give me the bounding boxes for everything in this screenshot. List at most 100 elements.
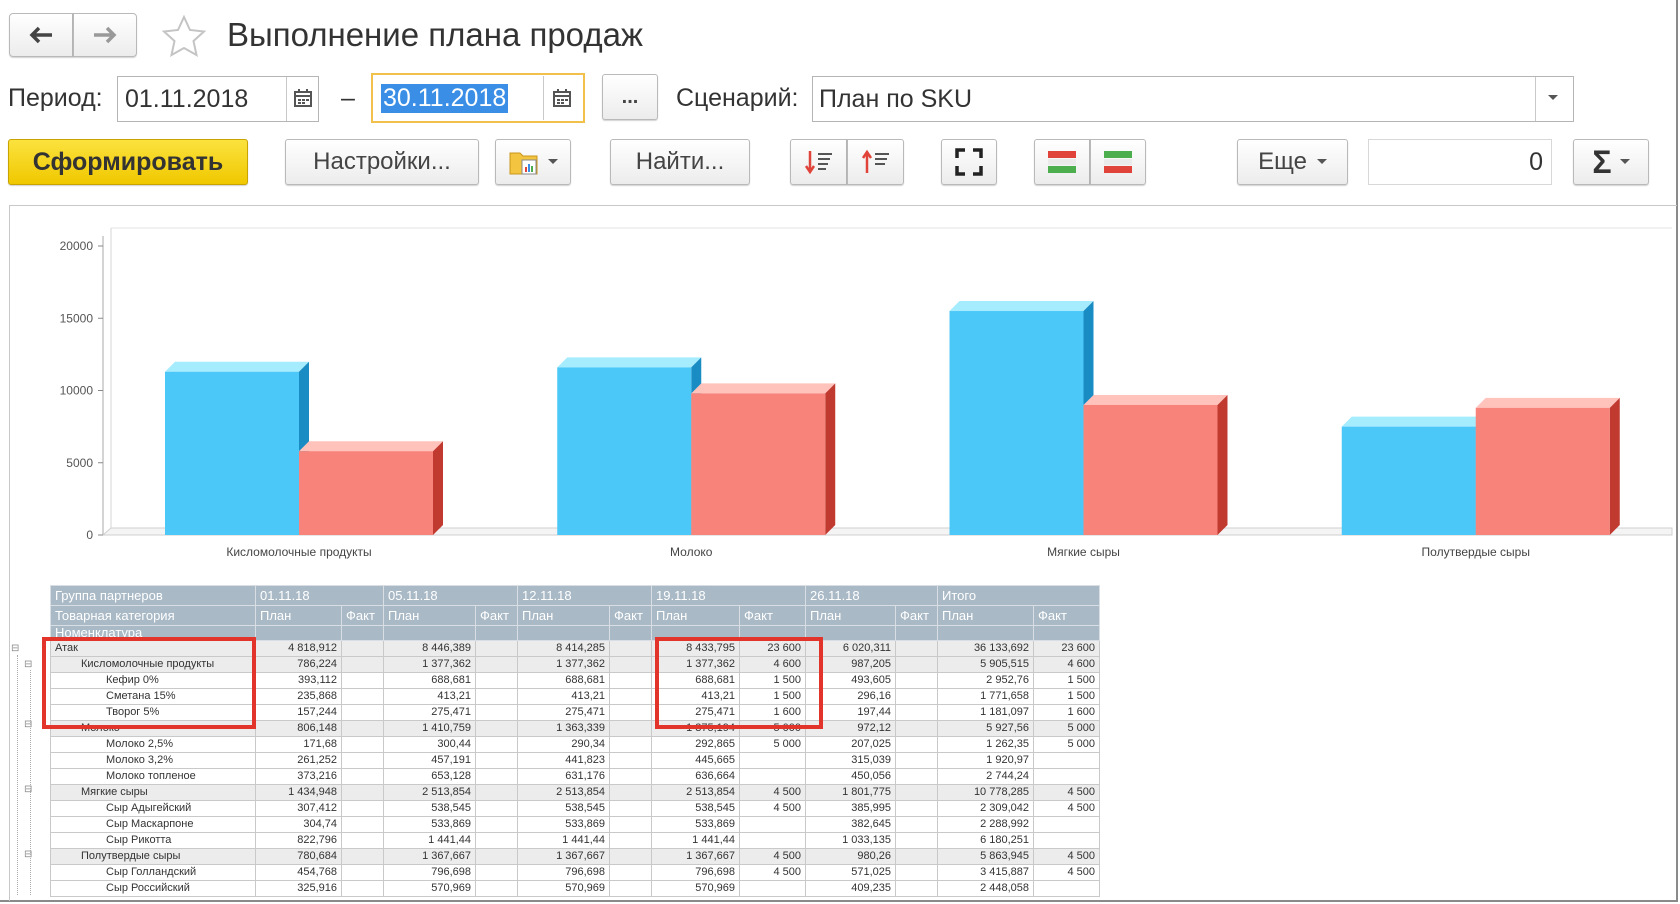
y-tick-label: 15000 bbox=[60, 311, 94, 325]
header-cell: Факт bbox=[609, 605, 652, 626]
table-row[interactable]: Молоко 2,5% 171,68 300,44 290,34 292,865 5 00… bbox=[50, 736, 1100, 753]
table-header-row: Группа партнеров 01.11.18 05.11.18 12.11.18… bbox=[50, 585, 1100, 606]
bar bbox=[1083, 404, 1218, 535]
value-cell bbox=[895, 816, 938, 833]
header-cell bbox=[341, 625, 384, 641]
bar bbox=[949, 311, 1084, 535]
value-cell: 1 801,775 bbox=[805, 784, 896, 801]
value-cell: 5 000 bbox=[1033, 720, 1100, 737]
bar-top bbox=[691, 383, 836, 394]
value-cell bbox=[341, 688, 384, 705]
value-cell: 4 818,912 bbox=[255, 640, 342, 657]
header-cell: Факт bbox=[475, 605, 518, 626]
row-label: Молоко топленое bbox=[50, 768, 256, 785]
value-cell bbox=[895, 736, 938, 753]
value-cell: 2 744,24 bbox=[937, 768, 1034, 785]
value-cell bbox=[895, 848, 938, 865]
header-cell bbox=[475, 625, 518, 641]
value-cell bbox=[475, 880, 518, 897]
value-cell: 8 446,389 bbox=[383, 640, 476, 657]
bar-top bbox=[1083, 394, 1228, 405]
value-cell: 653,128 bbox=[383, 768, 476, 785]
value-cell bbox=[739, 832, 806, 849]
value-cell: 806,148 bbox=[255, 720, 342, 737]
value-cell bbox=[475, 864, 518, 881]
bar bbox=[557, 367, 692, 535]
value-cell: 304,74 bbox=[255, 816, 342, 833]
value-cell bbox=[895, 752, 938, 769]
header-cell: План bbox=[383, 605, 476, 626]
value-cell bbox=[739, 816, 806, 833]
value-cell bbox=[341, 720, 384, 737]
bar-top bbox=[299, 441, 443, 452]
header-cell: План bbox=[517, 605, 610, 626]
value-cell: 1 500 bbox=[1033, 688, 1100, 705]
value-cell bbox=[475, 656, 518, 673]
header-cell bbox=[1033, 625, 1100, 641]
value-cell bbox=[341, 672, 384, 689]
value-cell bbox=[341, 784, 384, 801]
value-cell: 4 500 bbox=[739, 784, 806, 801]
value-cell bbox=[895, 832, 938, 849]
bar-top bbox=[557, 357, 702, 368]
value-cell: 570,969 bbox=[651, 880, 740, 897]
bar bbox=[165, 371, 299, 535]
value-cell bbox=[739, 768, 806, 785]
row-label: Молоко 2,5% bbox=[50, 736, 256, 753]
value-cell: 688,681 bbox=[517, 672, 610, 689]
table-row[interactable]: Сыр Маскарпоне 304,74 533,869 533,869 533,86… bbox=[50, 816, 1100, 833]
value-cell bbox=[895, 704, 938, 721]
table-row[interactable]: Молоко топленое 373,216 653,128 631,176 636,… bbox=[50, 768, 1100, 785]
value-cell bbox=[475, 736, 518, 753]
value-cell: 1 377,362 bbox=[517, 656, 610, 673]
value-cell bbox=[1033, 816, 1100, 833]
value-cell: 1 033,135 bbox=[805, 832, 896, 849]
value-cell: 636,664 bbox=[651, 768, 740, 785]
table-row[interactable]: Сыр Голландский 454,768 796,698 796,698 796,… bbox=[50, 864, 1100, 881]
value-cell: 4 500 bbox=[1033, 848, 1100, 865]
value-cell: 457,191 bbox=[383, 752, 476, 769]
value-cell: 2 309,042 bbox=[937, 800, 1034, 817]
tree-collapse-icon[interactable]: ⊟ bbox=[24, 659, 32, 670]
table-row[interactable]: Сыр Адыгейский 307,412 538,545 538,545 538,5… bbox=[50, 800, 1100, 817]
value-cell bbox=[341, 848, 384, 865]
value-cell bbox=[341, 704, 384, 721]
x-tick-label: Полутвердые сыры bbox=[1422, 545, 1530, 559]
value-cell: 1 377,362 bbox=[383, 656, 476, 673]
row-label: Молоко 3,2% bbox=[50, 752, 256, 769]
value-cell: 4 500 bbox=[739, 800, 806, 817]
header-cell bbox=[255, 625, 342, 641]
value-cell bbox=[609, 864, 652, 881]
value-cell: 8 414,285 bbox=[517, 640, 610, 657]
value-cell: 631,176 bbox=[517, 768, 610, 785]
header-cell bbox=[895, 625, 938, 641]
value-cell: 290,34 bbox=[517, 736, 610, 753]
value-cell bbox=[475, 672, 518, 689]
header-cell: 01.11.18 bbox=[255, 585, 384, 606]
bar bbox=[299, 451, 433, 535]
value-cell: 4 500 bbox=[1033, 800, 1100, 817]
value-cell: 538,545 bbox=[517, 800, 610, 817]
value-cell bbox=[739, 752, 806, 769]
value-cell bbox=[609, 832, 652, 849]
tree-collapse-icon[interactable]: ⊟ bbox=[11, 643, 19, 654]
table-row[interactable]: Молоко 3,2% 261,252 457,191 441,823 445,665 3… bbox=[50, 752, 1100, 769]
table-row[interactable]: Сыр Российский 325,916 570,969 570,969 570,9… bbox=[50, 880, 1100, 897]
value-cell: 822,796 bbox=[255, 832, 342, 849]
value-cell: 1 441,44 bbox=[651, 832, 740, 849]
table-row[interactable]: Полутвердые сыры 780,684 1 367,667 1 367,66… bbox=[50, 848, 1100, 865]
header-cell bbox=[609, 625, 652, 641]
bar-side bbox=[433, 441, 443, 535]
value-cell bbox=[609, 672, 652, 689]
table-row[interactable]: Сыр Рикотта 822,796 1 441,44 1 441,44 1 441,… bbox=[50, 832, 1100, 849]
bar-chart: 0 5000 10000 15000 20000 Кисломолочные продук… bbox=[60, 227, 1673, 559]
value-cell: 393,112 bbox=[255, 672, 342, 689]
table-row[interactable]: Мягкие сыры 1 434,948 2 513,854 2 513,854 2 … bbox=[50, 784, 1100, 801]
value-cell bbox=[1033, 832, 1100, 849]
value-cell bbox=[895, 880, 938, 897]
row-label: Полутвердые сыры bbox=[50, 848, 256, 865]
header-cell: План bbox=[651, 605, 740, 626]
header-cell: 12.11.18 bbox=[517, 585, 652, 606]
value-cell: 538,545 bbox=[383, 800, 476, 817]
value-cell: 2 513,854 bbox=[651, 784, 740, 801]
